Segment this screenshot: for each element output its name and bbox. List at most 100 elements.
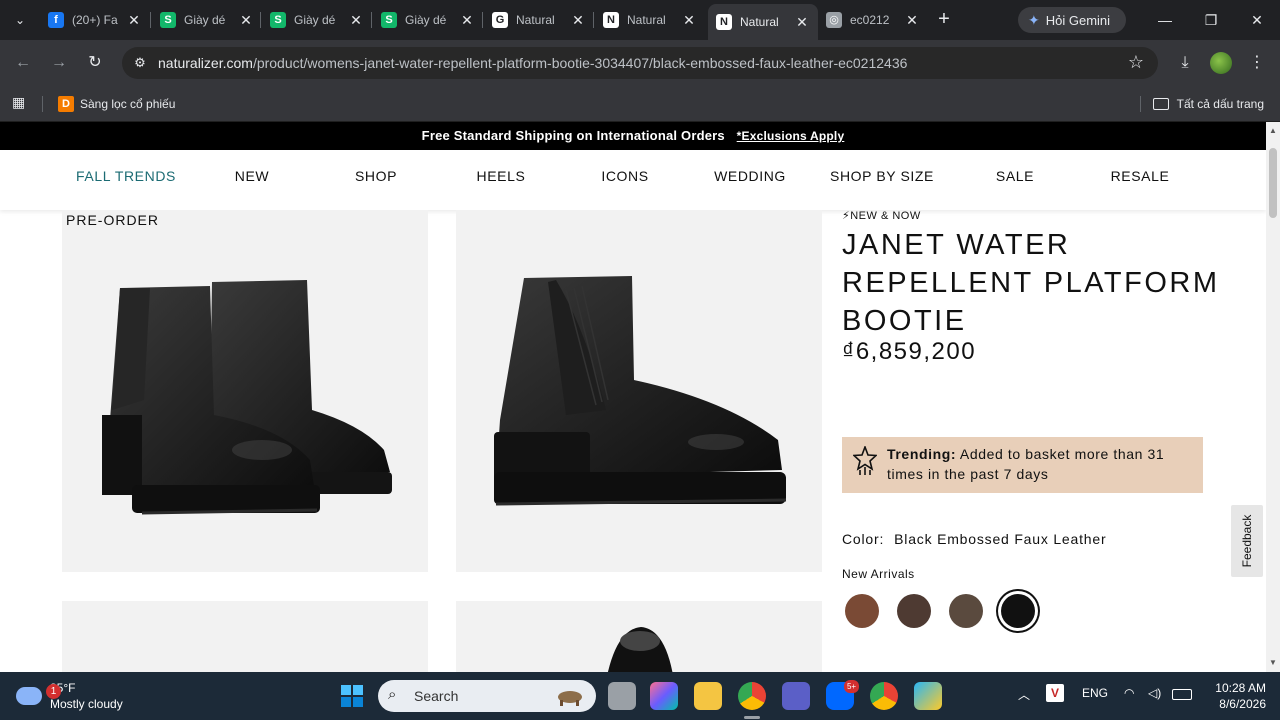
scroll-down-icon[interactable]: ▼	[1269, 658, 1277, 667]
browser-tab[interactable]: S Giày dé ✕	[373, 6, 483, 34]
product-price: ₫6,859,200	[842, 338, 977, 365]
windows-taskbar: 1 85°F Mostly cloudy ⌕ Search 5+ ︿ V ENG…	[0, 672, 1280, 720]
nav-wedding[interactable]: WEDDING	[714, 168, 786, 184]
battery-icon[interactable]	[1172, 689, 1192, 700]
s-app-icon: S	[381, 12, 397, 28]
system-clock[interactable]: 10:28 AM 8/6/2026	[1202, 680, 1266, 712]
url-text[interactable]: naturalizer.com/product/womens-janet-wat…	[158, 55, 907, 71]
bookmark-favicon-icon: D	[58, 96, 74, 112]
tab-close-icon[interactable]: ✕	[238, 12, 254, 29]
tab-close-icon[interactable]: ✕	[570, 12, 586, 29]
chrome-profile-icon[interactable]	[870, 682, 898, 710]
trending-label: Trending:	[887, 446, 957, 462]
exclusions-link[interactable]: *Exclusions Apply	[737, 129, 845, 143]
all-bookmarks-button[interactable]: Tất cả dấu trang	[1152, 92, 1264, 116]
brown-swatch[interactable]	[845, 594, 879, 628]
product-image-side[interactable]	[456, 210, 822, 572]
bookmark-star-icon[interactable]: ☆	[1128, 52, 1144, 73]
browser-tab[interactable]: G Natural ✕	[484, 6, 594, 34]
nav-resale[interactable]: RESALE	[1111, 168, 1170, 184]
product-image-3[interactable]	[62, 601, 428, 672]
bookmark-divider	[42, 96, 43, 112]
search-highlight-icon	[558, 691, 582, 706]
browser-tab[interactable]: S Giày dé ✕	[262, 6, 372, 34]
bookmark-item[interactable]: D Sàng lọc cổ phiếu	[58, 92, 175, 116]
teams-icon[interactable]	[782, 682, 810, 710]
tab-close-icon[interactable]: ✕	[126, 12, 142, 29]
antivirus-icon[interactable]: V	[1046, 684, 1064, 702]
wifi-icon[interactable]: ◠	[1124, 686, 1134, 700]
close-window-button[interactable]: ✕	[1234, 6, 1280, 34]
browser-tab[interactable]: N Natural ✕	[708, 4, 818, 40]
volume-icon[interactable]: ◁)	[1148, 686, 1161, 700]
tab-strip: ⌄ f (20+) Fa ✕ S Giày dé ✕ S Giày dé ✕ S Giày dé ✕ G…	[0, 0, 1280, 40]
search-icon: ⌕	[388, 686, 397, 703]
back-arrow-icon[interactable]: ←	[10, 50, 36, 76]
tab-close-icon[interactable]: ✕	[348, 12, 364, 29]
nav-fall-trends[interactable]: FALL TRENDS	[76, 168, 176, 184]
file-explorer-icon[interactable]	[694, 682, 722, 710]
reload-icon[interactable]: ↻	[82, 50, 108, 76]
scroll-up-icon[interactable]: ▲	[1269, 126, 1277, 135]
preorder-label: PRE-ORDER	[66, 212, 160, 228]
site-info-icon[interactable]: ⚙	[132, 55, 148, 71]
nav-heels[interactable]: HEELS	[477, 168, 526, 184]
weather-widget[interactable]: 1 85°F Mostly cloudy	[16, 678, 123, 714]
tab-title: Natural	[516, 13, 555, 27]
all-bookmarks-label: Tất cả dấu trang	[1176, 97, 1264, 111]
nav-shop-by-size[interactable]: SHOP BY SIZE	[830, 168, 934, 184]
folder-icon	[1152, 98, 1169, 110]
nav-sale[interactable]: SALE	[996, 168, 1034, 184]
boot-side-illustration	[494, 276, 787, 506]
browser-tab[interactable]: ◎ ec0212 ✕	[818, 6, 928, 34]
tab-close-icon[interactable]: ✕	[681, 12, 697, 29]
promo-banner: Free Standard Shipping on International …	[0, 122, 1266, 150]
taskbar-search[interactable]: ⌕ Search	[378, 680, 596, 712]
product-image-pair[interactable]	[62, 210, 428, 572]
apps-grid-icon[interactable]: ▦	[12, 94, 25, 111]
gemini-button[interactable]: ✦ Hỏi Gemini	[1018, 7, 1126, 33]
scrollbar-thumb[interactable]	[1269, 148, 1277, 218]
profile-avatar[interactable]	[1210, 52, 1232, 74]
tab-close-icon[interactable]: ✕	[904, 12, 920, 29]
url-path: /product/womens-janet-water-repellent-pl…	[252, 55, 908, 71]
forward-arrow-icon[interactable]: →	[46, 50, 72, 76]
browser-tab[interactable]: f (20+) Fa ✕	[40, 6, 150, 34]
minimize-button[interactable]: —	[1142, 6, 1188, 34]
tab-title: Natural	[627, 13, 666, 27]
windows-start-icon[interactable]	[340, 684, 364, 708]
page-scrollbar[interactable]: ▲ ▼	[1266, 122, 1280, 672]
color-value: Black Embossed Faux Leather	[894, 531, 1107, 547]
task-view-icon[interactable]	[608, 682, 636, 710]
product-image-4[interactable]	[456, 601, 822, 672]
browser-tab[interactable]: N Natural ✕	[595, 6, 705, 34]
boot-top-illustration	[607, 627, 673, 672]
new-and-now-badge: ⚡NEW & NOW	[842, 210, 921, 222]
copilot-icon[interactable]	[650, 682, 678, 710]
paint-icon[interactable]	[914, 682, 942, 710]
cloud-icon	[16, 687, 42, 705]
tab-close-icon[interactable]: ✕	[794, 14, 810, 31]
tab-search-chevron-icon[interactable]: ⌄	[8, 8, 32, 32]
nav-icons[interactable]: ICONS	[601, 168, 648, 184]
nav-new[interactable]: NEW	[235, 168, 269, 184]
feedback-button[interactable]: Feedback	[1231, 505, 1263, 577]
black-swatch[interactable]	[1001, 594, 1035, 628]
bookmark-label: Sàng lọc cổ phiếu	[80, 97, 176, 111]
restore-button[interactable]: ❐	[1188, 6, 1234, 34]
download-icon[interactable]: ⤓	[1172, 50, 1198, 76]
nav-shop[interactable]: SHOP	[355, 168, 397, 184]
chrome-icon[interactable]	[738, 682, 766, 710]
dark-brown-swatch[interactable]	[897, 594, 931, 628]
tray-chevron-icon[interactable]: ︿	[1018, 686, 1030, 703]
gemini-label: Hỏi Gemini	[1045, 12, 1111, 28]
tab-close-icon[interactable]: ✕	[459, 12, 475, 29]
promo-text: Free Standard Shipping on International …	[421, 128, 725, 143]
address-bar[interactable]: ⚙ naturalizer.com/product/womens-janet-w…	[122, 47, 1158, 79]
taupe-swatch[interactable]	[949, 594, 983, 628]
new-tab-button[interactable]: +	[932, 8, 956, 32]
facebook-icon: f	[48, 12, 64, 28]
language-indicator[interactable]: ENG	[1082, 686, 1108, 700]
browser-tab[interactable]: S Giày dé ✕	[152, 6, 262, 34]
more-menu-icon[interactable]: ⋮	[1244, 50, 1270, 76]
